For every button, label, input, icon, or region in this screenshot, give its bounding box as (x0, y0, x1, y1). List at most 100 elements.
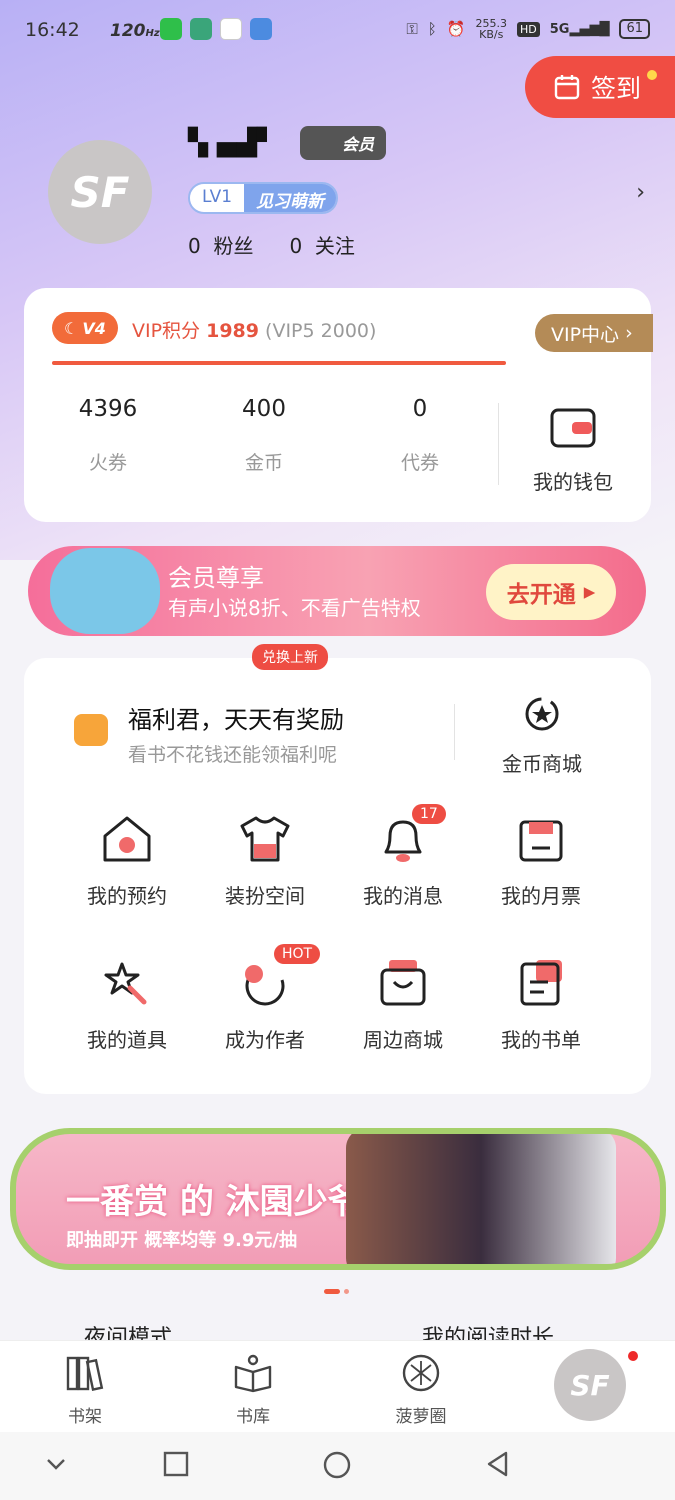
welfare-subtitle: 看书不花钱还能领福利呢 (128, 744, 338, 766)
grid-monthly-tickets[interactable]: 我的月票 (476, 814, 606, 909)
stat-coins[interactable]: 400 金币 (204, 396, 324, 475)
welfare-card: 兑换上新 福利君，天天有奖励 看书不花钱还能领福利呢 金币商城 我的预约 装扮空… (24, 644, 651, 1094)
open-vip-button[interactable]: 去开通 ▸ (486, 564, 616, 620)
nav-down-icon[interactable] (42, 1450, 70, 1478)
grid-label: 我的月票 (501, 884, 581, 908)
nav-home-icon[interactable] (322, 1450, 352, 1480)
signin-button[interactable]: 签到 (525, 56, 675, 118)
grid-my-messages[interactable]: 17 我的消息 (338, 804, 468, 909)
stat-label: 代券 (400, 452, 439, 474)
alarm-icon: ⏰ (446, 20, 466, 38)
new-exchange-tag: 兑换上新 (252, 644, 328, 670)
battery-icon: 61 (619, 19, 650, 39)
star-cycle-icon (525, 697, 559, 731)
coin-shop-label: 金币商城 (502, 752, 582, 776)
stat-huoquan[interactable]: 4396 火券 (48, 396, 168, 475)
my-wallet-button[interactable]: 我的钱包 (518, 406, 628, 495)
calendar-icon (554, 75, 580, 100)
following-stat[interactable]: 0 关注 (289, 230, 354, 259)
stat-label: 火券 (88, 452, 127, 474)
avatar[interactable]: SF (48, 140, 152, 244)
my-wallet-label: 我的钱包 (533, 470, 613, 494)
tab-label: 书架 (68, 1407, 102, 1427)
refresh-rate: 120Hz (110, 21, 160, 41)
profile-chevron-icon[interactable]: › (636, 180, 645, 205)
notification-icons (160, 18, 272, 40)
key-icon: ⚿ (406, 20, 418, 38)
grid-my-reservations[interactable]: 我的预约 (62, 814, 192, 909)
tab-bookshelf[interactable]: 书架 (30, 1353, 140, 1427)
cheerleader-illustration (346, 1134, 616, 1264)
notification-dot (628, 1351, 638, 1361)
member-badge[interactable]: 会员 (300, 126, 386, 160)
grid-dress-space[interactable]: 装扮空间 (200, 814, 330, 909)
grid-become-author[interactable]: HOT 成为作者 (200, 944, 330, 1053)
signal-icon: 5G▂▄▆█ (549, 21, 610, 37)
nav-back-icon[interactable] (484, 1450, 512, 1478)
bluetooth-icon: ᛒ (427, 20, 437, 38)
grid-label: 我的预约 (87, 884, 167, 908)
vip-level-icon: ☾ V4 (52, 312, 118, 344)
mascot-image (50, 548, 160, 634)
grid-label: 我的道具 (87, 1028, 167, 1052)
stat-vouchers[interactable]: 0 代券 (360, 396, 480, 475)
carousel-dot (344, 1289, 349, 1294)
fans-stat[interactable]: 0 粉丝 (188, 230, 253, 259)
carousel-dot-active (324, 1289, 340, 1294)
avatar-text: SF (70, 167, 130, 217)
library-icon (234, 1354, 272, 1393)
net-speed: 255.3 KB/s (475, 17, 507, 41)
ticket-icon (519, 820, 563, 862)
tab-profile-avatar[interactable]: SF (554, 1349, 626, 1421)
grid-label: 成为作者 (225, 1028, 305, 1052)
grid-label: 我的书单 (501, 1028, 581, 1052)
hd-icon: HD (516, 21, 540, 37)
coin-shop-button[interactable]: 金币商城 (492, 694, 592, 777)
tab-library[interactable]: 书库 (198, 1353, 308, 1427)
status-time: 16:42 (25, 19, 80, 41)
app2-icon (250, 18, 272, 40)
book-list-icon (520, 960, 562, 1006)
grid-my-items[interactable]: 我的道具 (62, 958, 192, 1053)
status-right: ⚿ ᛒ ⏰ 255.3 KB/s HD 5G▂▄▆█ 61 (406, 18, 650, 40)
signin-label: 签到 (591, 74, 642, 103)
vip-promo-banner[interactable]: 会员尊享 有声小说8折、不看广告特权 去开通 ▸ (28, 546, 646, 636)
wallet-icon (550, 408, 596, 448)
message-count-badge: 17 (412, 804, 446, 824)
nav-recents-icon[interactable] (162, 1450, 190, 1478)
vip-score: VIP积分 1989 (VIP5 2000) (132, 320, 377, 342)
bookshelf-icon (66, 1356, 104, 1391)
grid-label: 周边商城 (363, 1028, 443, 1052)
vip-center-button[interactable]: VIP中心 › (535, 314, 653, 352)
stat-label: 金币 (244, 452, 283, 474)
welfare-title[interactable]: 福利君，天天有奖励 (128, 700, 344, 735)
tab-pineapple-circle[interactable]: 菠萝圈 (366, 1353, 476, 1427)
level-badge[interactable]: LV1 见习萌新 (188, 182, 339, 214)
grid-merch-shop[interactable]: 周边商城 (338, 958, 468, 1053)
stat-value: 0 (412, 396, 428, 422)
divider (454, 704, 455, 760)
level-name: 见习萌新 (244, 184, 337, 212)
treasure-chest-icon (74, 714, 108, 746)
level-value: LV1 (190, 184, 245, 212)
pineapple-icon (402, 1354, 440, 1392)
avatar-text: SF (570, 1368, 610, 1402)
username: ▚ ▄▟▘ (188, 128, 278, 158)
gmail-icon (220, 18, 242, 40)
shopping-bag-icon (380, 960, 426, 1006)
magic-wand-icon (104, 962, 147, 1005)
event-banner[interactable]: 一番赏 的 沐園少爷 啦啦队 即抽即开 概率均等 9.9元/抽 (10, 1128, 666, 1270)
carousel-indicator (324, 1289, 349, 1294)
author-icon (245, 965, 285, 1006)
tab-label: 书库 (236, 1407, 270, 1427)
house-clock-icon (103, 816, 151, 862)
app-icon (190, 18, 212, 40)
tshirt-icon (240, 816, 290, 862)
event-banner-subtitle: 即抽即开 概率均等 9.9元/抽 (66, 1230, 297, 1251)
stat-value: 400 (242, 396, 286, 422)
tab-label: 菠萝圈 (395, 1407, 447, 1427)
banner-subtitle: 有声小说8折、不看广告特权 (168, 596, 421, 620)
grid-my-booklist[interactable]: 我的书单 (476, 958, 606, 1053)
follow-stats: 0 粉丝 0 关注 (188, 230, 355, 259)
wechat-icon (160, 18, 182, 40)
